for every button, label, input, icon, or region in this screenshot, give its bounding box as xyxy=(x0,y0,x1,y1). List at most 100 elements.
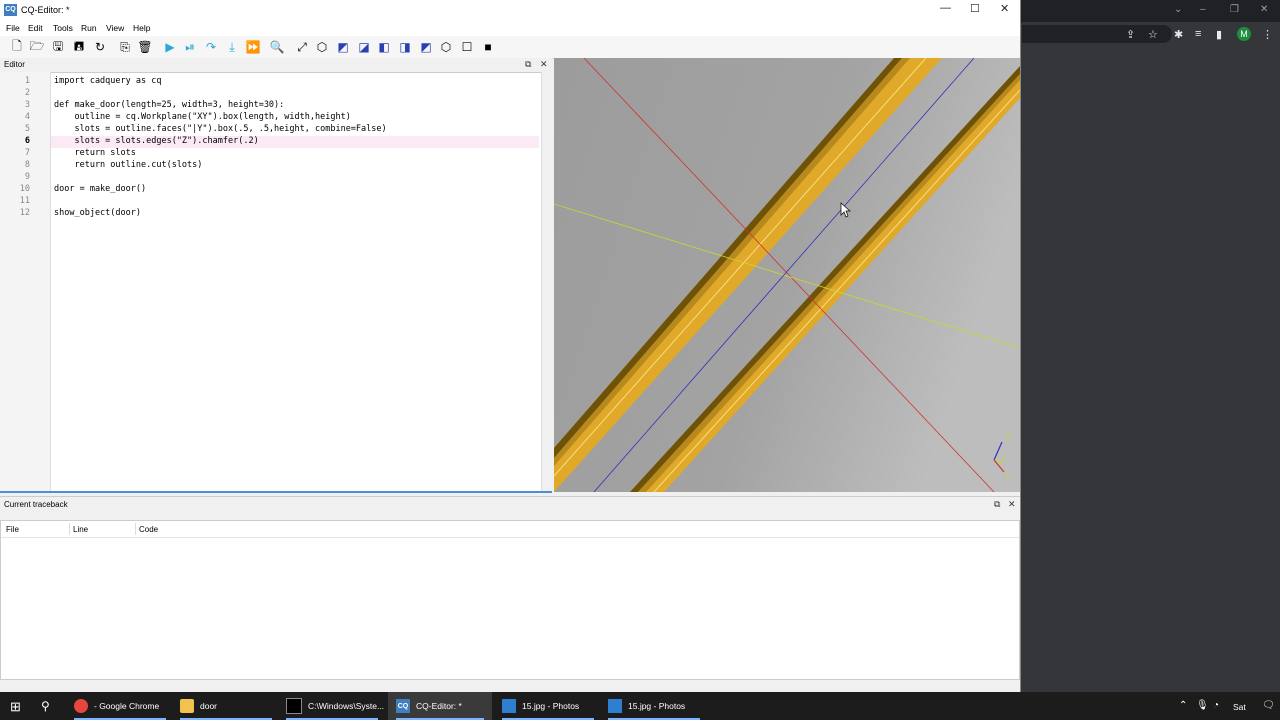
code-line[interactable]: return slots xyxy=(54,148,135,158)
line-number: 4 xyxy=(24,112,30,122)
copy-icon[interactable]: ⎘ xyxy=(117,39,133,55)
run-icon[interactable]: ▶ xyxy=(162,39,178,55)
line-number: 2 xyxy=(24,88,30,98)
editor-panel-header: Editor ⧉ ✕ xyxy=(0,58,552,72)
line-number: 12 xyxy=(19,208,30,218)
close-icon[interactable]: ✕ xyxy=(1000,2,1009,15)
share-icon[interactable]: ⇪ xyxy=(1126,28,1135,41)
iso-view-icon[interactable]: ⬡ xyxy=(314,39,330,55)
photos-icon xyxy=(502,699,516,713)
close-icon[interactable]: ✕ xyxy=(1008,499,1016,510)
right-view-icon[interactable]: ⬡ xyxy=(438,39,454,55)
wireframe-icon[interactable]: ☐ xyxy=(459,39,475,55)
code-line[interactable]: def make_door(length=25, width=3, height… xyxy=(54,100,284,110)
bottom-view-icon[interactable]: ◪ xyxy=(356,39,372,55)
restore-icon[interactable]: ❐ xyxy=(1230,4,1239,15)
notification-icon[interactable]: 🗨 xyxy=(1262,700,1275,711)
editor-scrollbar[interactable] xyxy=(541,72,553,492)
taskbar-item-cq-editor[interactable]: CQ CQ-Editor: * xyxy=(388,692,492,720)
media-icon[interactable]: ≡ xyxy=(1195,28,1201,40)
maximize-icon[interactable]: ☐ xyxy=(970,2,980,15)
taskbar-item-label: C:\Windows\Syste... xyxy=(308,701,385,711)
code-line[interactable]: outline = cq.Workplane("XY").box(length,… xyxy=(54,112,350,122)
front-view-icon[interactable]: ◧ xyxy=(376,39,392,55)
minimize-icon[interactable]: — xyxy=(940,2,951,14)
taskbar-item-chrome[interactable]: - Google Chrome xyxy=(66,692,174,720)
top-view-icon[interactable]: ◩ xyxy=(335,39,351,55)
menu-view[interactable]: View xyxy=(106,23,124,33)
chevron-down-icon[interactable]: ⌄ xyxy=(1174,4,1182,15)
taskbar-item-label: 15.jpg - Photos xyxy=(628,701,686,711)
taskbar-item-photos-1[interactable]: 15.jpg - Photos xyxy=(494,692,602,720)
menu-edit[interactable]: Edit xyxy=(28,23,43,33)
close-icon[interactable]: ✕ xyxy=(1260,4,1268,15)
profile-avatar[interactable]: M xyxy=(1237,27,1251,41)
close-icon[interactable]: ✕ xyxy=(540,59,548,70)
undock-icon[interactable]: ⧉ xyxy=(525,59,531,70)
code-line[interactable]: door = make_door() xyxy=(54,184,146,194)
line-number: 1 xyxy=(24,76,30,86)
taskbar-item-folder[interactable]: door xyxy=(172,692,280,720)
photos-icon xyxy=(608,699,622,713)
taskbar-item-label: CQ-Editor: * xyxy=(416,701,462,711)
code-line[interactable]: import cadquery as cq xyxy=(54,76,161,86)
taskbar-item-terminal[interactable]: C:\Windows\Syste... xyxy=(278,692,386,720)
continue-icon[interactable]: ⏩ xyxy=(245,39,261,55)
new-file-icon[interactable]: 🗋 xyxy=(9,39,25,55)
shaded-icon[interactable]: ■ xyxy=(480,39,496,55)
line-number: 8 xyxy=(24,160,30,170)
star-icon[interactable]: ☆ xyxy=(1148,28,1158,41)
code-line[interactable]: return outline.cut(slots) xyxy=(54,160,202,170)
start-windows-icon[interactable]: ⊞ xyxy=(10,699,21,715)
step-over-icon[interactable]: ↷ xyxy=(203,39,219,55)
left-view-icon[interactable]: ◩ xyxy=(418,39,434,55)
back-view-icon[interactable]: ◨ xyxy=(397,39,413,55)
column-separator xyxy=(135,523,136,535)
column-header-file[interactable]: File xyxy=(6,525,19,534)
menu-file[interactable]: File xyxy=(6,23,20,33)
search-icon[interactable]: ⚲ xyxy=(41,699,50,713)
menu-tools[interactable]: Tools xyxy=(53,23,73,33)
step-in-icon[interactable]: ⤓ xyxy=(224,39,240,55)
cq-icon: CQ xyxy=(396,699,410,713)
undock-icon[interactable]: ⧉ xyxy=(994,499,1000,510)
menu-run[interactable]: Run xyxy=(81,23,97,33)
window-title: CQ-Editor: * xyxy=(21,5,70,15)
line-number-gutter xyxy=(0,72,51,492)
minimize-icon[interactable]: – xyxy=(1200,4,1206,15)
fit-view-icon[interactable]: ⤢ xyxy=(294,39,310,55)
menu-help[interactable]: Help xyxy=(133,23,150,33)
network-icon[interactable]: ◔ xyxy=(1213,700,1219,711)
delete-icon[interactable]: 🗑 xyxy=(137,39,153,55)
viewer-canvas[interactable]: Z Y X xyxy=(554,58,1020,492)
traceback-panel-header: Current traceback ⧉ ✕ xyxy=(0,496,1020,511)
column-header-code[interactable]: Code xyxy=(139,525,158,534)
reload-icon[interactable]: ↻ xyxy=(92,39,108,55)
folder-icon xyxy=(180,699,194,713)
save-as-icon[interactable]: 🖪 xyxy=(71,39,87,55)
code-line[interactable]: slots = outline.faces("|Y").box(.5, .5,h… xyxy=(54,124,386,134)
line-number: 9 xyxy=(24,172,30,182)
side-panel-icon[interactable]: ▮ xyxy=(1216,28,1222,41)
code-line[interactable]: slots = slots.edges("Z").chamfer(.2) xyxy=(54,136,258,146)
line-number: 5 xyxy=(24,124,30,134)
save-icon[interactable]: 🖫 xyxy=(50,39,66,55)
column-header-line[interactable]: Line xyxy=(73,525,88,534)
triad-label-x: X xyxy=(1005,473,1010,480)
taskbar-item-photos-2[interactable]: 15.jpg - Photos xyxy=(600,692,708,720)
more-menu-icon[interactable]: ⋮ xyxy=(1262,28,1273,41)
traceback-table[interactable]: File Line Code xyxy=(0,520,1020,680)
app-icon: CQ xyxy=(4,4,17,16)
terminal-icon xyxy=(286,698,302,714)
open-file-icon[interactable]: 🗁 xyxy=(29,39,45,55)
line-number: 6 xyxy=(24,136,30,146)
extensions-icon[interactable]: ✱ xyxy=(1174,28,1183,41)
chevron-up-icon[interactable]: ⌃ xyxy=(1179,700,1187,711)
microphone-icon[interactable]: 🎙 xyxy=(1196,700,1209,711)
zoom-icon[interactable]: 🔍 xyxy=(269,39,285,55)
clock[interactable]: Sat xyxy=(1233,702,1246,712)
debug-icon[interactable]: ⏯ xyxy=(182,39,198,55)
code-line[interactable]: show_object(door) xyxy=(54,208,141,218)
menubar: File Edit Tools Run View Help xyxy=(0,20,1020,36)
3d-viewer[interactable]: Z Y X xyxy=(554,58,1020,492)
